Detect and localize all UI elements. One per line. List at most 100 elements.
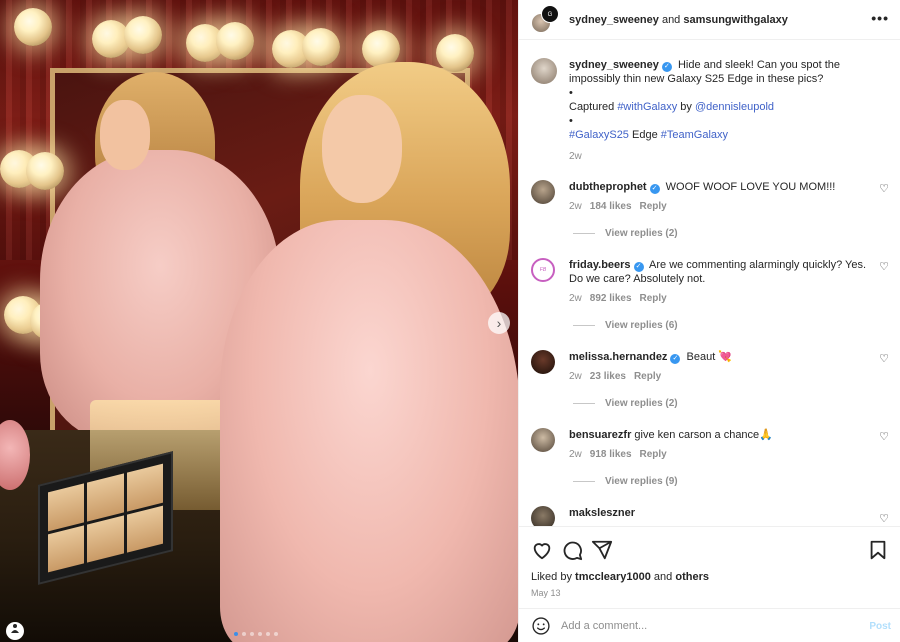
- divider: [573, 325, 595, 326]
- view-replies-label: View replies (6): [605, 320, 678, 331]
- carousel-dot[interactable]: [258, 632, 262, 636]
- avatar[interactable]: [531, 180, 555, 204]
- post-header: G sydney_sweeney and samsungwithgalaxy •…: [519, 0, 900, 40]
- chevron-right-icon[interactable]: ›: [488, 312, 510, 334]
- vanity-bulb: [14, 8, 52, 46]
- avatar[interactable]: G: [541, 4, 559, 23]
- author-username[interactable]: sydney_sweeney: [569, 14, 659, 26]
- vanity-bulb: [26, 152, 64, 190]
- carousel-dot[interactable]: [234, 632, 238, 636]
- comment-icon[interactable]: [561, 539, 583, 561]
- post-viewer: › G sydney_sweeney and samsungwithgalaxy…: [0, 0, 900, 642]
- model-face: [322, 95, 402, 203]
- view-replies-button[interactable]: View replies (9): [573, 476, 678, 487]
- comment-item: bensuarezfr give ken carson a chance🙏 2w…: [531, 428, 900, 462]
- comments-scroll-area[interactable]: sydney_sweeney ✓ Hide and sleek! Can you …: [519, 40, 900, 526]
- smiley-icon[interactable]: [531, 616, 551, 636]
- hashtag-link[interactable]: #withGalaxy: [617, 101, 677, 113]
- reply-button[interactable]: Reply: [640, 293, 667, 304]
- like-comment-heart-icon[interactable]: ♡: [879, 430, 889, 443]
- heart-icon[interactable]: [531, 539, 553, 561]
- hashtag-link[interactable]: #TeamGalaxy: [661, 129, 728, 141]
- post-authors: sydney_sweeney and samsungwithgalaxy: [569, 14, 788, 26]
- comment-item: dubtheprophet ✓ WOOF WOOF LOVE YOU MOM!!!…: [531, 180, 900, 214]
- post-comment-button[interactable]: Post: [869, 621, 891, 632]
- caption-username[interactable]: sydney_sweeney: [569, 59, 659, 71]
- view-replies-label: View replies (9): [605, 476, 678, 487]
- liked-others[interactable]: others: [675, 571, 709, 583]
- comment-likes[interactable]: 184 likes: [590, 201, 632, 212]
- comment-text: WOOF WOOF LOVE YOU MOM!!!: [665, 181, 836, 193]
- avatar[interactable]: FB: [531, 258, 555, 282]
- share-icon[interactable]: [591, 539, 613, 561]
- avatar[interactable]: [531, 506, 555, 526]
- comment-username[interactable]: maksleszner: [569, 507, 635, 519]
- vanity-bulb: [124, 16, 162, 54]
- divider: [573, 233, 595, 234]
- vanity-bulb: [216, 22, 254, 60]
- more-options-button[interactable]: •••: [871, 10, 889, 26]
- comment-likes[interactable]: 892 likes: [590, 293, 632, 304]
- carousel-dot[interactable]: [242, 632, 246, 636]
- divider: [573, 481, 595, 482]
- author-username[interactable]: samsungwithgalaxy: [683, 14, 788, 26]
- comment-username[interactable]: friday.beers: [569, 259, 631, 271]
- liked-mid: and: [650, 571, 676, 583]
- comment-likes[interactable]: 918 likes: [590, 449, 632, 460]
- avatar[interactable]: [531, 350, 555, 374]
- reply-button[interactable]: Reply: [640, 201, 667, 212]
- caption-bullet: •: [569, 115, 573, 127]
- comment-time: 2w: [569, 293, 582, 304]
- model-figure: [220, 220, 518, 642]
- caption-timestamp: 2w: [569, 151, 582, 162]
- comment-item: melissa.hernandez ✓ Beaut 💘 2w 23 likes Rep…: [531, 350, 900, 384]
- post-actions-bar: [519, 526, 900, 570]
- post-photo[interactable]: ›: [0, 0, 518, 642]
- comment-username[interactable]: melissa.hernandez: [569, 351, 667, 363]
- avatar[interactable]: [531, 58, 557, 84]
- tagged-user-icon[interactable]: [6, 622, 24, 640]
- liked-user[interactable]: tmccleary1000: [575, 571, 651, 583]
- divider: [573, 403, 595, 404]
- verified-badge-icon: ✓: [661, 62, 672, 72]
- mention-link[interactable]: @dennisleupold: [695, 101, 774, 113]
- comment-text: Beaut 💘: [686, 351, 733, 363]
- post-date: May 13: [531, 588, 561, 598]
- comment-time: 2w: [569, 371, 582, 382]
- caption-bullet: •: [569, 87, 573, 99]
- comment-username[interactable]: bensuarezfr: [569, 429, 631, 441]
- comment-username[interactable]: dubtheprophet: [569, 181, 647, 193]
- verified-badge-icon: ✓: [633, 262, 644, 272]
- comment-time: 2w: [569, 449, 582, 460]
- bookmark-icon[interactable]: [867, 539, 889, 561]
- caption-captured: Captured: [569, 101, 618, 113]
- add-comment-bar: Post: [519, 608, 900, 642]
- comment-likes[interactable]: 23 likes: [590, 371, 626, 382]
- view-replies-button[interactable]: View replies (2): [573, 398, 678, 409]
- carousel-dot[interactable]: [250, 632, 254, 636]
- post-caption: sydney_sweeney ✓ Hide and sleek! Can you …: [531, 58, 893, 164]
- author-connector: and: [658, 13, 684, 26]
- verified-badge-icon: ✓: [670, 354, 681, 364]
- carousel-dot[interactable]: [274, 632, 278, 636]
- like-comment-heart-icon[interactable]: ♡: [879, 352, 889, 365]
- caption-edge: Edge: [628, 129, 661, 141]
- carousel-dot[interactable]: [266, 632, 270, 636]
- view-replies-button[interactable]: View replies (6): [573, 320, 678, 331]
- comment-item: maksleszner ♡: [531, 506, 900, 526]
- vanity-bulb: [436, 34, 474, 72]
- comment-input[interactable]: [561, 619, 861, 632]
- like-comment-heart-icon[interactable]: ♡: [879, 182, 889, 195]
- hashtag-link[interactable]: #GalaxyS25: [569, 129, 629, 141]
- reply-button[interactable]: Reply: [634, 371, 661, 382]
- view-replies-button[interactable]: View replies (2): [573, 228, 678, 239]
- verified-badge-icon: ✓: [649, 184, 660, 194]
- carousel-indicator: [234, 632, 278, 636]
- liked-prefix: Liked by: [531, 571, 576, 583]
- avatar[interactable]: [531, 428, 555, 452]
- reply-button[interactable]: Reply: [640, 449, 667, 460]
- like-comment-heart-icon[interactable]: ♡: [879, 512, 889, 525]
- collab-avatars[interactable]: G: [531, 4, 561, 35]
- like-comment-heart-icon[interactable]: ♡: [879, 260, 889, 273]
- comment-text: give ken carson a chance🙏: [634, 429, 773, 441]
